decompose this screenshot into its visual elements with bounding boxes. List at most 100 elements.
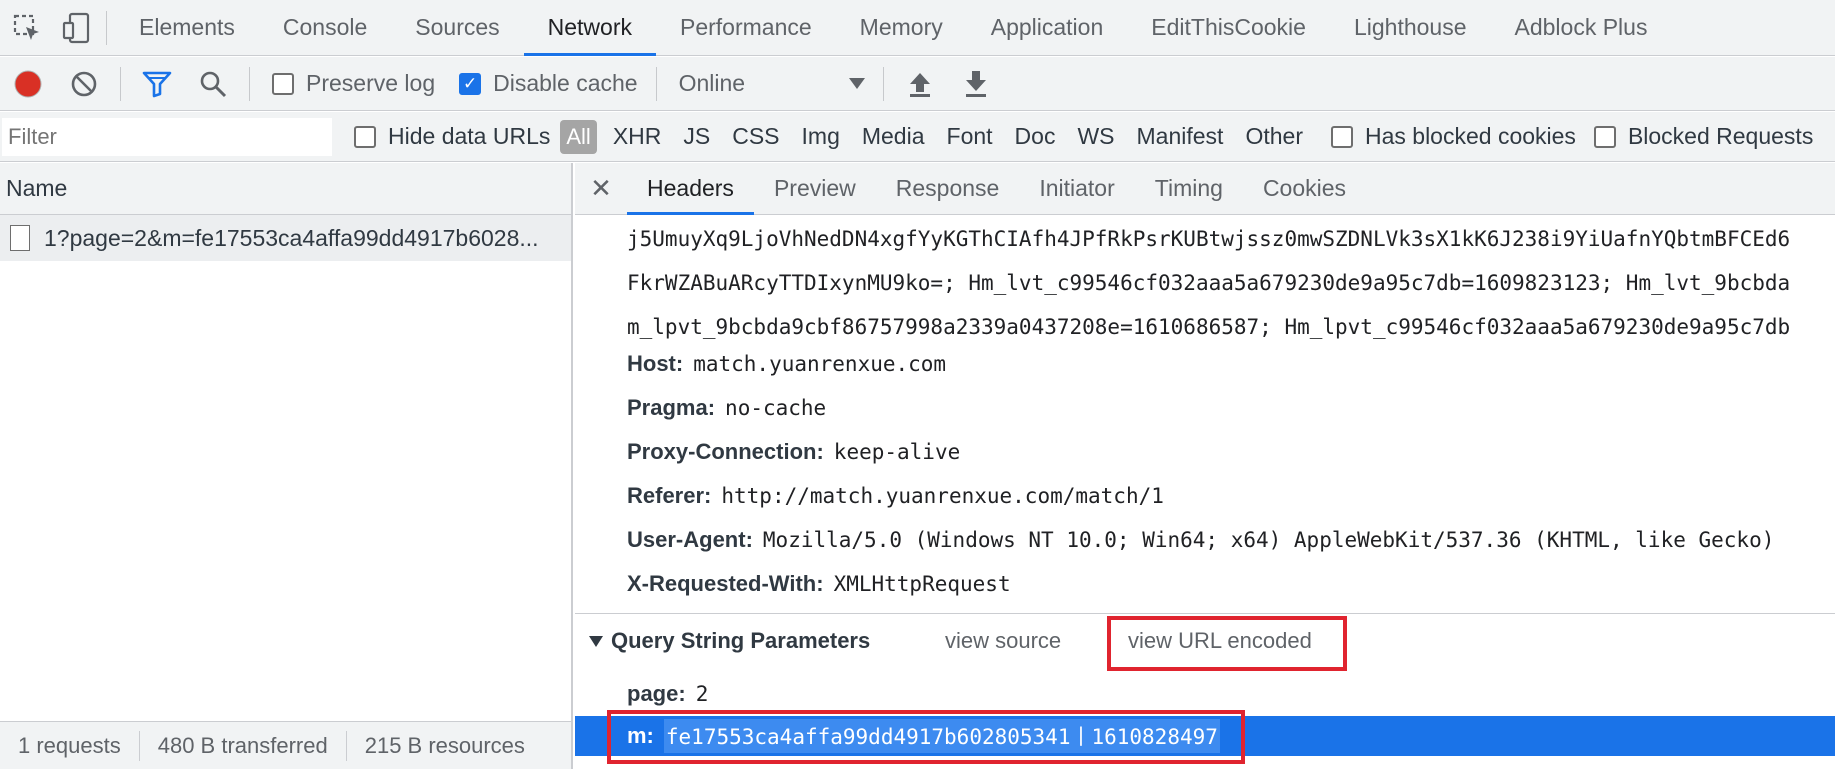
query-string-section: Query String Parameters view source view…: [575, 613, 1835, 764]
blocked-requests-label: Blocked Requests: [1627, 123, 1814, 149]
tab-performance[interactable]: Performance: [656, 0, 836, 55]
clear-button[interactable]: [56, 57, 112, 111]
tab-response[interactable]: Response: [876, 163, 1020, 214]
filter-type-other[interactable]: Other: [1245, 123, 1303, 150]
tab-application[interactable]: Application: [967, 0, 1128, 55]
header-key: User-Agent:: [627, 527, 753, 552]
highlight-box: [607, 710, 1245, 764]
filter-type-all[interactable]: All: [560, 119, 597, 154]
tab-cookies[interactable]: Cookies: [1243, 163, 1366, 214]
highlight-box: [1107, 616, 1347, 671]
import-har-button[interactable]: [892, 57, 948, 111]
preserve-log-checkbox[interactable]: Preserve log: [272, 70, 435, 97]
throttling-value: Online: [678, 70, 746, 96]
header-value: Mozilla/5.0 (Windows NT 10.0; Win64; x64…: [762, 528, 1775, 552]
triangle-down-icon: [589, 635, 603, 647]
request-count: 1 requests: [0, 730, 140, 761]
document-icon: [10, 225, 30, 251]
tab-network[interactable]: Network: [523, 0, 657, 56]
request-name: 1?page=2&m=fe17553ca4affa99dd4917b6028..…: [44, 224, 539, 251]
request-row[interactable]: 1?page=2&m=fe17553ca4affa99dd4917b6028..…: [0, 215, 571, 261]
header-value: XMLHttpRequest: [833, 572, 1011, 596]
checkbox-checked-icon: ✓: [459, 72, 482, 95]
filter-type-xhr[interactable]: XHR: [613, 123, 662, 150]
filter-type-img[interactable]: Img: [802, 123, 840, 150]
blocked-requests-checkbox[interactable]: Blocked Requests: [1593, 123, 1814, 150]
request-detail-panel: ✕ Headers Preview Response Initiator Tim…: [575, 163, 1835, 769]
tab-lighthouse[interactable]: Lighthouse: [1330, 0, 1491, 55]
detail-tab-bar: ✕ Headers Preview Response Initiator Tim…: [575, 163, 1835, 215]
request-header-row: Referer: http://match.yuanrenxue.com/mat…: [627, 480, 1164, 512]
header-key: Host:: [627, 351, 684, 376]
tab-preview[interactable]: Preview: [754, 163, 876, 214]
checkbox-unchecked-icon: [272, 72, 294, 95]
request-list-panel: Name 1?page=2&m=fe17553ca4affa99dd4917b6…: [0, 163, 573, 769]
query-string-title: Query String Parameters: [611, 628, 871, 653]
export-har-button[interactable]: [948, 57, 1004, 111]
toolbar-divider: [249, 66, 250, 101]
param-value: 2: [695, 682, 709, 706]
header-key: Referer:: [627, 483, 712, 508]
cookie-value-line: FkrWZABuARcyTTDIxynMU9ko=; Hm_lvt_c99546…: [627, 271, 1791, 295]
chevron-down-icon: [848, 78, 865, 89]
tab-memory[interactable]: Memory: [836, 0, 967, 55]
request-header-row: Proxy-Connection: keep-alive: [627, 436, 960, 468]
filter-input[interactable]: [2, 117, 332, 156]
tab-timing[interactable]: Timing: [1135, 163, 1243, 214]
tab-elements[interactable]: Elements: [115, 0, 259, 55]
checkbox-unchecked-icon: [1593, 125, 1616, 148]
filter-type-css[interactable]: CSS: [732, 123, 779, 150]
filter-type-media[interactable]: Media: [862, 123, 925, 150]
filter-type-manifest[interactable]: Manifest: [1137, 123, 1224, 150]
disable-cache-checkbox[interactable]: ✓ Disable cache: [459, 70, 638, 97]
view-source-link[interactable]: view source: [945, 628, 1061, 654]
request-header-row: User-Agent: Mozilla/5.0 (Windows NT 10.0…: [627, 524, 1774, 556]
network-summary-bar: 1 requests 480 B transferred 215 B resou…: [0, 721, 571, 769]
hide-data-urls-checkbox[interactable]: Hide data URLs: [354, 123, 550, 150]
toolbar-divider: [106, 10, 107, 45]
resources-size: 215 B resources: [364, 732, 525, 758]
tab-console[interactable]: Console: [259, 0, 391, 55]
has-blocked-cookies-checkbox[interactable]: Has blocked cookies: [1330, 123, 1576, 150]
filter-type-font[interactable]: Font: [947, 123, 993, 150]
query-string-toggle[interactable]: Query String Parameters: [589, 628, 870, 654]
record-button[interactable]: [0, 57, 56, 111]
request-header-row: X-Requested-With: XMLHttpRequest: [627, 568, 1011, 600]
tab-headers[interactable]: Headers: [627, 163, 754, 215]
tab-initiator[interactable]: Initiator: [1019, 163, 1134, 214]
toolbar-divider: [882, 66, 884, 101]
devtools-tab-bar: Elements Console Sources Network Perform…: [0, 0, 1835, 56]
header-value: http://match.yuanrenxue.com/match/1: [721, 484, 1164, 508]
header-value: keep-alive: [833, 440, 961, 464]
checkbox-unchecked-icon: [354, 125, 376, 148]
toolbar-divider: [120, 66, 121, 101]
inspect-element-icon[interactable]: [0, 0, 54, 56]
filter-icon[interactable]: [129, 57, 185, 111]
request-header-row: Host: match.yuanrenxue.com: [627, 348, 946, 380]
filter-type-doc[interactable]: Doc: [1015, 123, 1056, 150]
transferred-size: 480 B transferred: [140, 730, 347, 761]
name-column-header[interactable]: Name: [0, 163, 571, 215]
query-param-row: page: 2: [575, 674, 1835, 714]
toolbar-divider: [655, 66, 657, 101]
cookie-value-line: m_lpvt_9bcbda9cbf86757998a2339a0437208e=…: [627, 315, 1791, 339]
filter-type-ws[interactable]: WS: [1077, 123, 1114, 150]
header-value: match.yuanrenxue.com: [693, 352, 947, 376]
tab-editthiscookie[interactable]: EditThisCookie: [1127, 0, 1330, 55]
has-blocked-cookies-label: Has blocked cookies: [1364, 123, 1576, 149]
param-key: page:: [627, 681, 686, 706]
header-key: X-Requested-With:: [627, 571, 824, 596]
request-header-row: Pragma: no-cache: [627, 392, 826, 424]
cookie-value-line: j5UmuyXq9LjoVhNedDN4xgfYyKGThCIAfh4JPfRk…: [627, 227, 1791, 251]
tab-sources[interactable]: Sources: [391, 0, 523, 55]
network-toolbar: Preserve log ✓ Disable cache Online: [0, 57, 1835, 111]
throttling-select[interactable]: Online: [679, 70, 875, 97]
close-icon[interactable]: ✕: [575, 163, 627, 214]
filter-bar: Hide data URLs All XHR JS CSS Img Media …: [0, 112, 1835, 162]
tab-adblock-plus[interactable]: Adblock Plus: [1491, 0, 1672, 55]
device-toolbar-icon[interactable]: [54, 0, 98, 56]
disable-cache-label: Disable cache: [493, 70, 638, 96]
search-icon[interactable]: [185, 57, 241, 111]
preserve-log-label: Preserve log: [306, 70, 436, 96]
filter-type-js[interactable]: JS: [683, 123, 710, 150]
